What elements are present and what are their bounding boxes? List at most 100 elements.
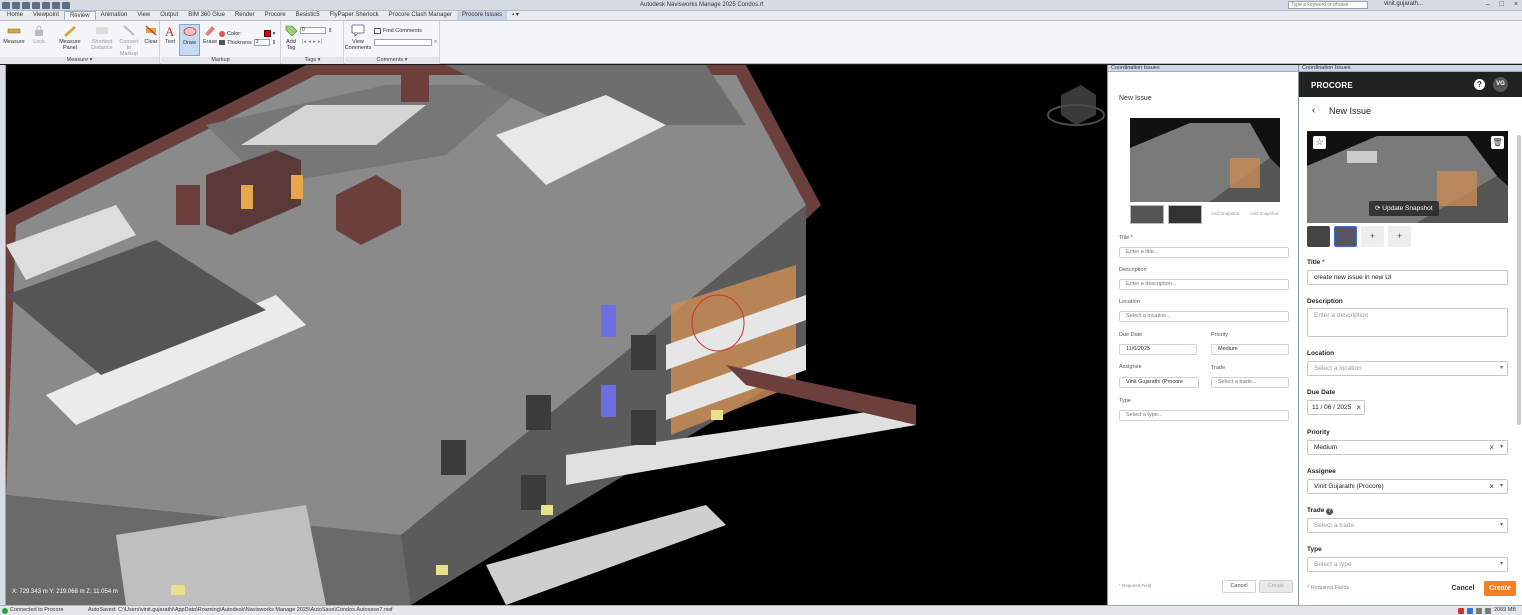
text-button[interactable]: A Text [163, 24, 177, 45]
coordination-priority-select[interactable]: Medium [1211, 344, 1289, 355]
lock-button[interactable]: Lock [30, 24, 48, 45]
tag-id-field[interactable]: 0 ⇕ [300, 27, 333, 34]
procore-create-button[interactable]: Create [1484, 581, 1516, 596]
next-tag-icon[interactable]: ▸ [313, 39, 316, 45]
minimize-icon[interactable]: – [1486, 1, 1490, 8]
view-comments-button[interactable]: View Comments [345, 24, 371, 51]
redo-icon[interactable] [62, 1, 70, 9]
measure-panel-button[interactable]: Measure Panel [52, 24, 88, 51]
sheet-icon[interactable] [1466, 607, 1473, 614]
coordination-location-select[interactable]: Select a location... [1119, 311, 1289, 322]
binoculars-icon[interactable]: ⌕ [434, 39, 437, 46]
procore-title-input[interactable]: create new issue in new UI [1307, 270, 1508, 285]
pencil-icon[interactable] [1475, 607, 1482, 614]
tab-bim360[interactable]: BIM 360 Glue [183, 11, 230, 20]
coordination-cancel-button[interactable]: Cancel [1222, 580, 1256, 593]
clear-date-icon[interactable]: × [1356, 401, 1361, 414]
last-tag-icon[interactable]: ▸| [318, 39, 322, 45]
tab-procore[interactable]: Procore [260, 11, 291, 20]
coordination-title-input[interactable]: Enter a title... [1119, 247, 1289, 258]
open-icon[interactable] [22, 1, 30, 9]
measure-button[interactable]: Measure [3, 24, 25, 45]
procore-assignee-select[interactable]: Vinit Gujarathi (Procore) × ▾ [1307, 479, 1508, 494]
coordination-snapshot-thumb-1[interactable] [1130, 205, 1164, 224]
clear-priority-icon[interactable]: × [1489, 441, 1494, 454]
clear-button[interactable]: Clear [143, 24, 159, 45]
thickness-input[interactable]: 3 [253, 39, 270, 46]
star-icon[interactable]: ☆ [1313, 136, 1326, 149]
tab-viewpoint[interactable]: Viewpoint [28, 11, 64, 20]
disk-icon[interactable] [1484, 607, 1491, 614]
procore-trade-select[interactable]: Select a trade ▾ [1307, 518, 1508, 533]
coordination-add-snapshot-1[interactable]: Add Snapshot [1211, 211, 1239, 216]
procore-description-input[interactable]: Enter a description [1307, 308, 1508, 337]
tab-procore-issues[interactable]: Procore Issues [457, 11, 508, 20]
shortest-distance-button[interactable]: Shortest Distance [90, 24, 114, 51]
warning-icon[interactable] [1457, 607, 1464, 614]
coordination-type-select[interactable]: Select a type... [1119, 410, 1289, 421]
procore-snapshot-thumb-2[interactable] [1334, 226, 1357, 247]
erase-button[interactable]: Erase [202, 24, 218, 45]
help-search-input[interactable]: Type a keyword or phrase [1288, 1, 1368, 9]
tab-render[interactable]: Render [230, 11, 260, 20]
tab-animation[interactable]: Animation [96, 11, 133, 20]
help-icon[interactable]: ? [1474, 79, 1485, 90]
procore-location-select[interactable]: Select a location ▾ [1307, 361, 1508, 376]
avatar[interactable]: VG [1493, 77, 1508, 92]
maximize-icon[interactable]: □ [1500, 1, 1504, 8]
print-icon[interactable] [42, 1, 50, 9]
procore-cancel-button[interactable]: Cancel [1447, 581, 1479, 596]
add-tag-button[interactable]: Add Tag [284, 24, 298, 51]
first-tag-icon[interactable]: |◂ [302, 39, 306, 45]
undo-icon[interactable] [52, 1, 60, 9]
new-icon[interactable] [12, 1, 20, 9]
coordination-description-input[interactable]: Enter a description... [1119, 279, 1289, 290]
color-swatch[interactable] [263, 30, 271, 37]
convert-to-markup-button[interactable]: Convert to Markup [117, 24, 141, 57]
coordination-issues-panel: Coordination Issues New Issue Add Snapsh… [1107, 65, 1298, 605]
close-icon[interactable]: × [1514, 1, 1518, 8]
tag-id-input[interactable]: 0 [300, 27, 326, 34]
thickness-control[interactable]: Thickness 3 ⇕ [219, 39, 276, 46]
procore-priority-select[interactable]: Medium × ▾ [1307, 440, 1508, 455]
color-dropdown-icon[interactable]: ▾ [273, 31, 276, 37]
update-snapshot-button[interactable]: ⟳ Update Snapshot [1369, 201, 1439, 216]
save-icon[interactable] [32, 1, 40, 9]
color-picker[interactable]: Color: ▾ [219, 30, 275, 37]
tab-flypaper[interactable]: FlyPaper Sherlock [325, 11, 384, 20]
ruler-icon [7, 28, 21, 34]
trash-icon[interactable]: 🗑 [1491, 136, 1504, 149]
coordination-snapshot-thumb-2[interactable] [1168, 205, 1202, 224]
tab-output[interactable]: Output [155, 11, 183, 20]
coordination-add-snapshot-2[interactable]: Add Snapshot [1250, 211, 1278, 216]
tab-review[interactable]: Review [63, 11, 96, 20]
coordination-assignee-select[interactable]: Vinit Gujarathi (Procore [1119, 377, 1199, 388]
3d-viewport[interactable] [6, 65, 1107, 605]
prev-tag-icon[interactable]: ◂ [308, 39, 311, 45]
back-arrow-icon[interactable]: ‹ [1312, 105, 1315, 116]
procore-due-date-input[interactable]: 11 / 06 / 2025 × [1307, 400, 1365, 415]
draw-button[interactable]: Draw [179, 24, 200, 56]
find-comments-button[interactable]: Find Comments [374, 28, 422, 34]
app-menu-icon[interactable] [2, 1, 10, 9]
tab-besistic[interactable]: Besistic5 [291, 11, 325, 20]
procore-snapshot-thumb-1[interactable] [1307, 226, 1330, 247]
quick-find-comments-input[interactable] [374, 39, 432, 46]
quick-find-comments[interactable]: ⌕ [374, 39, 437, 46]
coordination-create-button[interactable]: Create [1259, 580, 1293, 593]
ribbon-options-icon[interactable]: ▪ ▾ [507, 11, 524, 20]
tab-procore-clash[interactable]: Procore Clash Manager [384, 11, 457, 20]
procore-scrollbar[interactable] [1517, 135, 1521, 425]
procore-type-select[interactable]: Select a type ▾ [1307, 557, 1508, 572]
info-icon[interactable]: ? [1326, 508, 1334, 515]
tag-stepper-icon[interactable]: ⇕ [328, 28, 333, 34]
thickness-stepper-icon[interactable]: ⇕ [272, 40, 277, 46]
coordination-trade-select[interactable]: Select a trade... [1211, 377, 1289, 388]
add-snapshot-2-icon[interactable]: + [1388, 226, 1411, 247]
add-snapshot-1-icon[interactable]: + [1361, 226, 1384, 247]
user-menu[interactable]: vinit.gujarath... [1384, 1, 1423, 7]
clear-assignee-icon[interactable]: × [1489, 480, 1494, 493]
coordination-due-date-input[interactable]: 11/6/2025 [1119, 344, 1197, 355]
tab-view[interactable]: View [132, 11, 155, 20]
tab-home[interactable]: Home [2, 11, 28, 20]
